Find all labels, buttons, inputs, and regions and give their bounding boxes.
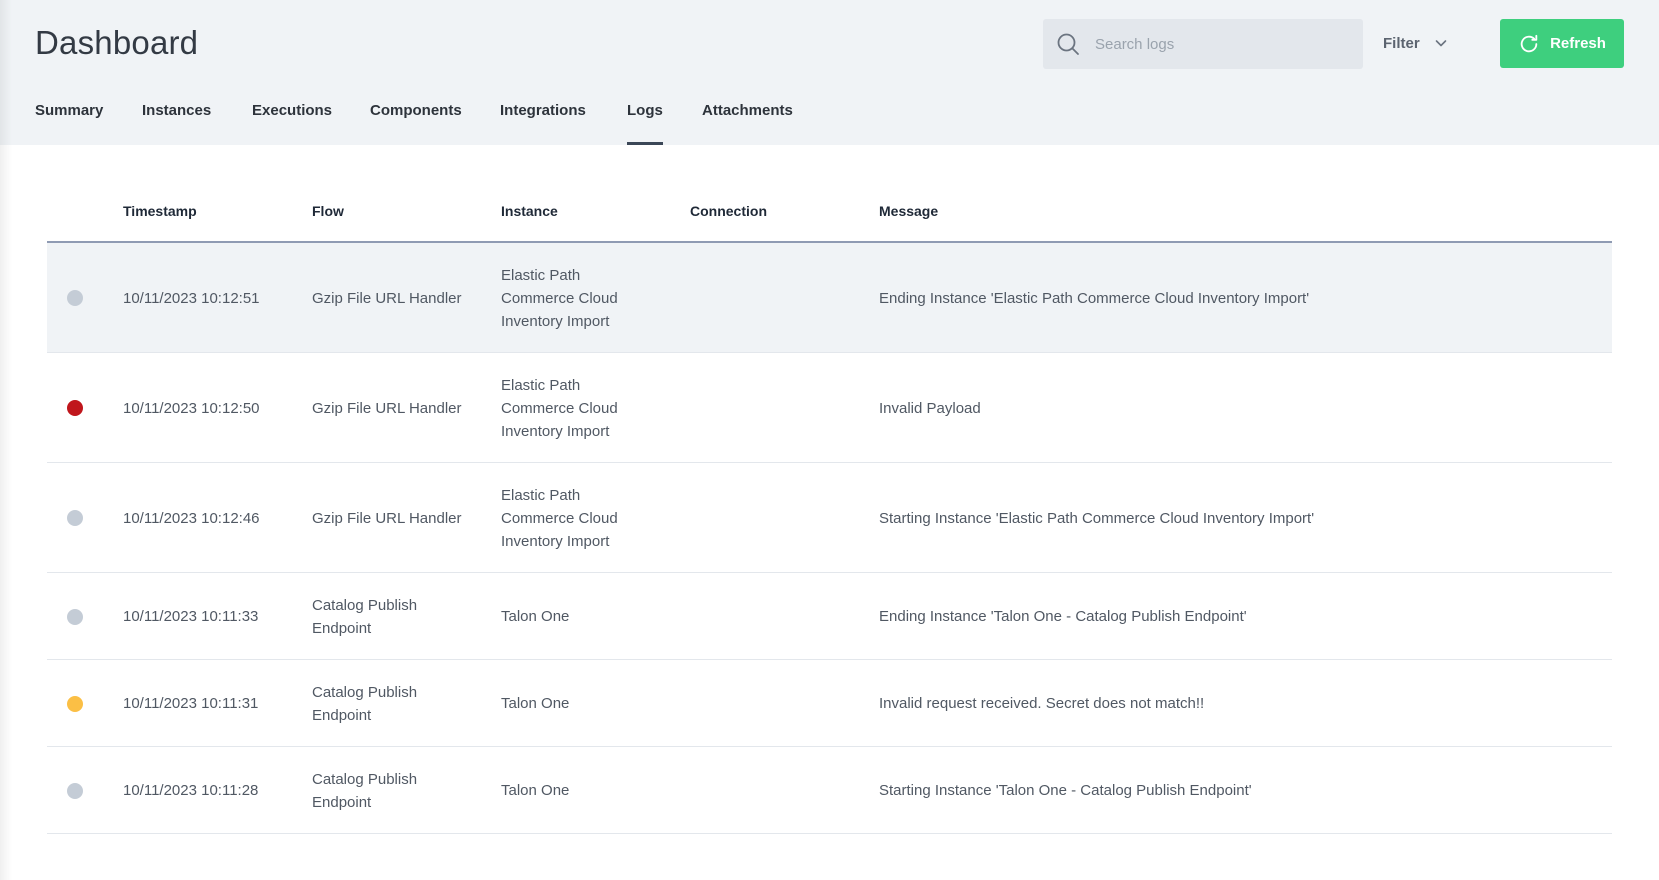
table-header: Timestamp Flow Instance Connection Messa…: [47, 178, 1612, 243]
table-row[interactable]: 10/11/2023 10:12:50 Gzip File URL Handler…: [47, 353, 1612, 463]
flow-cell: Catalog Publish Endpoint: [312, 768, 417, 814]
flow-cell-line: Catalog Publish: [312, 683, 418, 701]
filter-button[interactable]: Filter: [1383, 27, 1463, 59]
tab-executions[interactable]: Executions: [252, 102, 332, 145]
column-header-message[interactable]: Message: [879, 203, 938, 219]
message-cell: Starting Instance 'Elastic Path Commerce…: [879, 509, 1315, 527]
status-info-indicator: [67, 510, 83, 526]
timestamp-cell: 10/11/2023 10:11:31: [123, 695, 259, 712]
instance-cell-line: Inventory Import: [501, 532, 610, 550]
flow-cell-line: Catalog Publish: [312, 770, 418, 788]
instance-cell-line: Inventory Import: [501, 422, 610, 440]
instance-cell-line: Commerce Cloud: [501, 509, 618, 527]
tab-instances[interactable]: Instances: [142, 102, 211, 145]
search-input[interactable]: [1095, 19, 1355, 69]
table-row[interactable]: 10/11/2023 10:12:51 Gzip File URL Handler…: [47, 243, 1612, 353]
instance-cell-line: Talon One: [501, 695, 570, 712]
chevron-down-icon: [1435, 40, 1446, 47]
flow-cell-line: Endpoint: [312, 706, 372, 724]
instance-cell-line: Commerce Cloud: [501, 289, 618, 307]
instance-cell: Talon One: [501, 779, 569, 802]
flow-cell-line: Gzip File URL Handler: [312, 399, 462, 417]
status-info-indicator: [67, 290, 83, 306]
message-cell: Invalid request received. Secret does no…: [879, 695, 1205, 712]
refresh-icon: [1520, 34, 1538, 52]
refresh-button[interactable]: Refresh: [1500, 19, 1624, 68]
filter-label: Filter: [1383, 34, 1420, 52]
tab-components[interactable]: Components: [370, 102, 462, 145]
column-header-flow[interactable]: Flow: [312, 203, 344, 219]
flow-cell: Catalog Publish Endpoint: [312, 681, 417, 727]
flow-cell-line: Catalog Publish: [312, 596, 418, 614]
instance-cell-line: Elastic Path: [501, 486, 581, 504]
instance-cell: Talon One: [501, 605, 569, 628]
tab-logs[interactable]: Logs: [627, 102, 663, 145]
instance-cell-line: Elastic Path: [501, 376, 581, 394]
instance-cell: Talon One: [501, 692, 569, 715]
tab-summary[interactable]: Summary: [35, 102, 103, 145]
message-cell: Ending Instance 'Talon One - Catalog Pub…: [879, 608, 1247, 625]
table-row[interactable]: 10/11/2023 10:11:33 Catalog Publish Endpoi…: [47, 573, 1612, 660]
tab-integrations[interactable]: Integrations: [500, 102, 586, 145]
instance-cell: Elastic Path Commerce Cloud Inventory Impo…: [501, 374, 618, 443]
table-body: 10/11/2023 10:12:51 Gzip File URL Handler…: [47, 243, 1612, 834]
timestamp-cell: 10/11/2023 10:12:50: [123, 399, 260, 417]
message-cell: Ending Instance 'Elastic Path Commerce C…: [879, 289, 1310, 307]
timestamp-cell: 10/11/2023 10:12:51: [123, 289, 260, 307]
timestamp-cell: 10/11/2023 10:11:28: [123, 782, 259, 799]
flow-cell-line: Endpoint: [312, 619, 372, 637]
flow-cell: Catalog Publish Endpoint: [312, 594, 417, 640]
flow-cell-line: Endpoint: [312, 793, 372, 811]
instance-cell: Elastic Path Commerce Cloud Inventory Impo…: [501, 484, 618, 553]
flow-cell: Gzip File URL Handler: [312, 287, 462, 310]
message-cell: Invalid Payload: [879, 399, 981, 417]
status-info-indicator: [67, 782, 83, 799]
column-header-timestamp[interactable]: Timestamp: [123, 203, 197, 219]
instance-cell-line: Elastic Path: [501, 266, 581, 284]
table-row[interactable]: 10/11/2023 10:12:46 Gzip File URL Handler…: [47, 463, 1612, 573]
table-row[interactable]: 10/11/2023 10:11:28 Catalog Publish Endpoi…: [47, 747, 1612, 834]
tab-bar: Summary Instances Executions Components …: [0, 96, 900, 145]
column-header-connection[interactable]: Connection: [690, 203, 767, 219]
status-error-indicator: [67, 400, 83, 416]
column-header-instance[interactable]: Instance: [501, 203, 558, 219]
flow-cell: Gzip File URL Handler: [312, 397, 462, 420]
flow-cell-line: Gzip File URL Handler: [312, 289, 462, 307]
timestamp-cell: 10/11/2023 10:12:46: [123, 509, 260, 527]
flow-cell: Gzip File URL Handler: [312, 507, 462, 530]
tab-attachments[interactable]: Attachments: [702, 102, 793, 145]
search-icon: [1057, 33, 1079, 55]
search-box[interactable]: [1043, 19, 1363, 69]
status-info-indicator: [67, 608, 83, 625]
status-warn-indicator: [67, 695, 83, 712]
logs-table: Timestamp Flow Instance Connection Messa…: [47, 178, 1612, 834]
instance-cell-line: Commerce Cloud: [501, 399, 618, 417]
instance-cell-line: Talon One: [501, 608, 570, 625]
instance-cell-line: Talon One: [501, 782, 570, 799]
page-title: Dashboard: [35, 24, 199, 61]
instance-cell-line: Inventory Import: [501, 312, 610, 330]
message-cell: Starting Instance 'Talon One - Catalog P…: [879, 782, 1252, 799]
flow-cell-line: Gzip File URL Handler: [312, 509, 462, 527]
instance-cell: Elastic Path Commerce Cloud Inventory Impo…: [501, 264, 618, 333]
page-header: Dashboard Filter Refresh Summary Instanc…: [0, 0, 1659, 145]
table-row[interactable]: 10/11/2023 10:11:31 Catalog Publish Endpoi…: [47, 660, 1612, 747]
refresh-label: Refresh: [1550, 35, 1606, 52]
timestamp-cell: 10/11/2023 10:11:33: [123, 608, 259, 625]
